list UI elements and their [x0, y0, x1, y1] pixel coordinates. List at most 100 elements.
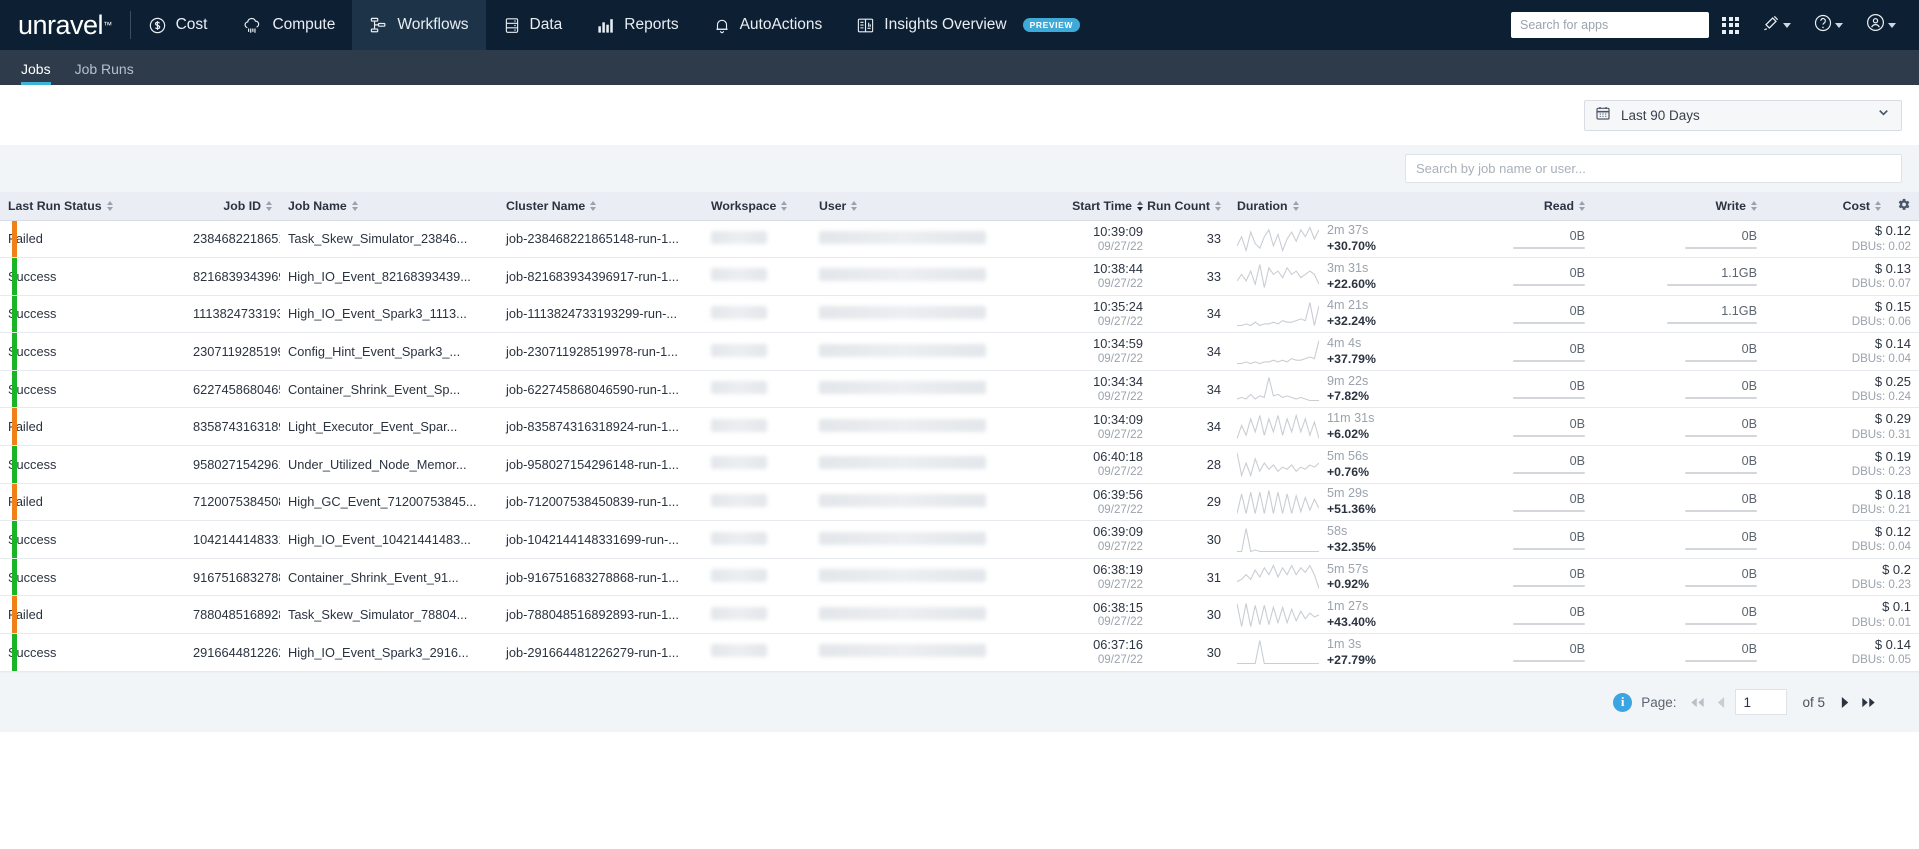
column-header-workspace[interactable]: Workspace	[703, 192, 811, 221]
job-id-text: 958027154296148	[193, 456, 280, 472]
apps-grid-button[interactable]	[1713, 0, 1748, 50]
column-header-job_id[interactable]: Job ID	[185, 192, 280, 221]
column-header-status[interactable]: Last Run Status	[0, 192, 185, 221]
sort-toggle-icon[interactable]	[1292, 201, 1299, 211]
table-row[interactable]: Success 821683934396917 High_IO_Event_8216…	[0, 257, 1919, 296]
table-row[interactable]: Success 291664481226279 High_IO_Event_Spar…	[0, 633, 1919, 672]
sort-toggle-icon[interactable]	[851, 201, 858, 211]
sort-toggle-icon[interactable]	[781, 201, 788, 211]
cell-cluster-name[interactable]: job-622745868046590-run-1...	[498, 370, 703, 409]
gear-icon[interactable]	[1896, 197, 1911, 215]
column-header-runcount[interactable]: Run Count	[1147, 192, 1229, 221]
table-row[interactable]: Success 622745868046590 Container_Shrink_E…	[0, 370, 1919, 409]
sort-toggle-icon[interactable]	[266, 201, 272, 211]
column-header-label: Workspace	[711, 198, 777, 213]
column-header-read[interactable]: Read	[1421, 192, 1593, 221]
write-value-text: 0B	[1741, 604, 1757, 619]
nav-item-reports[interactable]: Reports	[579, 0, 695, 50]
cell-cluster-name[interactable]: job-788048516892893-run-1...	[498, 595, 703, 635]
table-row[interactable]: Success 916751683278868 Container_Shrink_E…	[0, 558, 1919, 597]
info-icon[interactable]: i	[1613, 692, 1633, 712]
sort-toggle-icon[interactable]	[106, 201, 113, 211]
cell-cluster-name[interactable]: job-916751683278868-run-1...	[498, 558, 703, 597]
column-header-cost[interactable]: Cost	[1765, 192, 1919, 221]
cell-job-name[interactable]: Under_Utilized_Node_Memor...	[280, 445, 498, 484]
cell-job-name[interactable]: High_IO_Event_82168393439...	[280, 257, 498, 296]
sort-toggle-icon[interactable]	[1215, 201, 1221, 211]
cell-job-name[interactable]: High_GC_Event_71200753845...	[280, 483, 498, 522]
tab-jobs[interactable]: Jobs	[9, 61, 63, 85]
user-redacted-value	[819, 230, 986, 244]
nav-item-label: AutoActions	[739, 16, 823, 33]
last-page-icon[interactable]	[1860, 695, 1877, 710]
column-header-job_name[interactable]: Job Name	[280, 192, 498, 221]
app-search-input[interactable]	[1511, 12, 1709, 38]
tools-menu-button[interactable]	[1752, 0, 1800, 50]
write-value-text: 1.1GB	[1721, 266, 1757, 281]
table-row[interactable]: Success 1042144148331699 High_IO_Event_104…	[0, 520, 1919, 559]
nav-item-workflows[interactable]: Workflows	[352, 0, 486, 50]
cell-job-name[interactable]: High_IO_Event_Spark3_2916...	[280, 633, 498, 672]
table-row[interactable]: Failed 712007538450839 High_GC_Event_71200…	[0, 483, 1919, 522]
cell-cluster-name[interactable]: job-291664481226279-run-1...	[498, 633, 703, 672]
jobs-table-container: Last Run Status Job ID Job Name Cluster Nam…	[0, 192, 1919, 672]
cell-cluster-name[interactable]: job-958027154296148-run-1...	[498, 445, 703, 484]
page-number-input[interactable]	[1735, 689, 1788, 716]
cell-cluster-name[interactable]: job-238468221865148-run-1...	[498, 220, 703, 259]
cell-cluster-name[interactable]: job-1113824733193299-run-...	[498, 295, 703, 334]
column-header-cluster[interactable]: Cluster Name	[498, 192, 703, 221]
cell-cluster-name[interactable]: job-712007538450839-run-1...	[498, 483, 703, 522]
write-value-text: 0B	[1741, 642, 1757, 657]
sort-toggle-icon[interactable]	[590, 201, 597, 211]
sort-toggle-icon[interactable]	[351, 201, 358, 211]
cell-workspace	[703, 445, 811, 484]
sort-toggle-icon[interactable]	[1579, 201, 1585, 211]
cell-cluster-name[interactable]: job-1042144148331699-run-...	[498, 520, 703, 559]
read-value-text: 0B	[1569, 491, 1585, 506]
nav-item-data[interactable]: Data	[486, 0, 580, 50]
table-row[interactable]: Failed 788048516892893 Task_Skew_Simulator…	[0, 595, 1919, 635]
cell-job-name[interactable]: High_IO_Event_10421441483...	[280, 520, 498, 559]
cell-job-name[interactable]: High_IO_Event_Spark3_1113...	[280, 295, 498, 334]
column-header-write[interactable]: Write	[1593, 192, 1765, 221]
cell-cluster-name[interactable]: job-835874316318924-run-1...	[498, 407, 703, 447]
column-header-start[interactable]: Start Time	[1039, 192, 1151, 221]
table-row[interactable]: Success 230711928519978 Config_Hint_Event_…	[0, 332, 1919, 371]
help-menu-button[interactable]	[1804, 0, 1852, 50]
brand-logo[interactable]: unravel ™	[18, 0, 130, 50]
cell-job-name[interactable]: Container_Shrink_Event_Sp...	[280, 370, 498, 409]
nav-item-autoactions[interactable]: AutoActions	[696, 0, 840, 50]
column-header-duration[interactable]: Duration	[1229, 192, 1421, 221]
column-header-label: Start Time	[1072, 198, 1132, 213]
next-page-icon[interactable]	[1840, 695, 1851, 710]
user-account-button[interactable]	[1856, 0, 1905, 50]
nav-item-cost[interactable]: Cost	[131, 0, 225, 50]
job-search-input[interactable]	[1405, 154, 1902, 183]
cell-run-count: 34	[1151, 407, 1229, 447]
cell-job-name[interactable]: Light_Executor_Event_Spar...	[280, 407, 498, 447]
sort-toggle-icon[interactable]	[1751, 201, 1757, 211]
date-range-selector[interactable]: Last 90 Days	[1584, 99, 1902, 131]
column-header-label: Write	[1715, 198, 1746, 213]
table-row[interactable]: Failed 835874316318924 Light_Executor_Even…	[0, 407, 1919, 447]
cell-job-name[interactable]: Config_Hint_Event_Spark3_...	[280, 332, 498, 371]
first-page-icon[interactable]	[1689, 695, 1706, 710]
tab-job-runs[interactable]: Job Runs	[63, 61, 146, 85]
nav-item-compute[interactable]: Compute	[224, 0, 352, 50]
table-row[interactable]: Failed 238468221865148 Task_Skew_Simulator…	[0, 220, 1919, 259]
nav-item-label: Compute	[272, 16, 336, 33]
nav-item-insights-overview[interactable]: Insights Overview PREVIEW	[839, 0, 1097, 50]
cell-last-run-status: Failed	[0, 595, 185, 635]
prev-page-icon[interactable]	[1715, 695, 1726, 710]
cell-job-name[interactable]: Container_Shrink_Event_91...	[280, 558, 498, 597]
cell-job-name[interactable]: Task_Skew_Simulator_78804...	[280, 595, 498, 635]
cell-cluster-name[interactable]: job-821683934396917-run-1...	[498, 257, 703, 296]
sort-toggle-icon[interactable]	[1137, 201, 1143, 211]
table-row[interactable]: Success 1113824733193299 High_IO_Event_Spa…	[0, 295, 1919, 334]
sort-toggle-icon[interactable]	[1875, 201, 1881, 211]
workspace-redacted-value	[711, 531, 767, 545]
table-row[interactable]: Success 958027154296148 Under_Utilized_Nod…	[0, 445, 1919, 484]
column-header-user[interactable]: User	[811, 192, 1039, 221]
cell-cluster-name[interactable]: job-230711928519978-run-1...	[498, 332, 703, 371]
cell-job-name[interactable]: Task_Skew_Simulator_23846...	[280, 220, 498, 259]
